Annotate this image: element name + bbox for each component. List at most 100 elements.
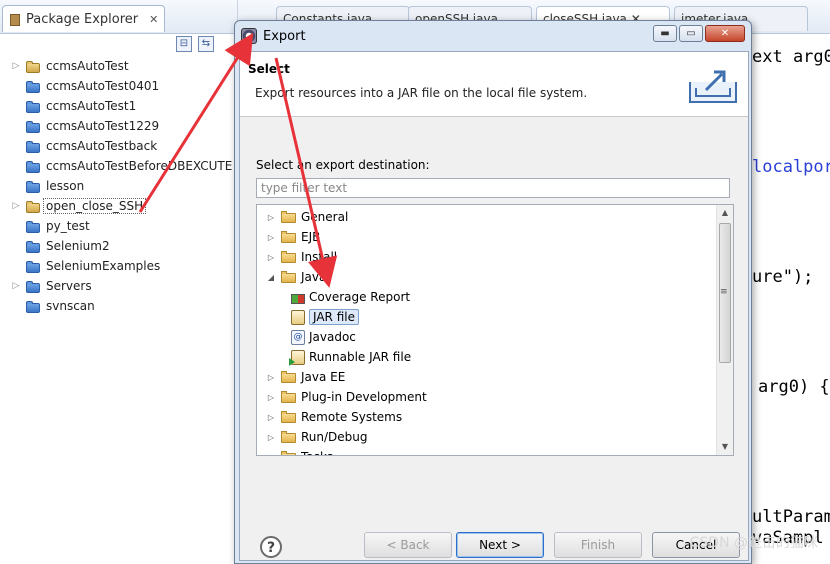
collapse-all-icon[interactable]: ⊟ <box>176 36 192 52</box>
project-selenium2[interactable]: ▷Selenium2 <box>0 236 110 256</box>
tree-item-label: Runnable JAR file <box>309 350 412 364</box>
project-ccmsautotest0401[interactable]: ▷ccmsAutoTest0401 <box>0 76 159 96</box>
expand-twisty-icon[interactable]: ▷ <box>265 253 277 262</box>
tree-item-runnable-jar-file[interactable]: Runnable JAR file <box>287 347 411 367</box>
folder-icon <box>281 451 297 455</box>
export-wizard-icon <box>689 70 737 103</box>
destination-label: Select an export destination: <box>256 158 430 172</box>
expand-twisty-icon[interactable]: ▷ <box>265 393 277 402</box>
jar-file-icon <box>291 309 305 325</box>
next-button[interactable]: Next > <box>456 532 544 558</box>
folder-icon <box>281 271 297 283</box>
close-window-button[interactable]: ✕ <box>705 25 745 42</box>
export-destination-tree: ▷ General ▷ EJB ▷ Install ◢ Java Coverage Report… <box>256 204 734 456</box>
coverage-report-icon <box>291 294 305 304</box>
dialog-title: Export <box>263 28 306 44</box>
tree-item-plug-in-development[interactable]: ▷ Plug-in Development <box>265 387 427 407</box>
project-ccmsautotestback[interactable]: ▷ccmsAutoTestback <box>0 136 157 156</box>
project-label: ccmsAutoTestback <box>46 139 158 153</box>
package-explorer-icon <box>9 13 21 26</box>
tree-item-ejb[interactable]: ▷ EJB <box>265 227 320 247</box>
project-folder-icon <box>25 60 41 73</box>
project-seleniumexamples[interactable]: ▷SeleniumExamples <box>0 256 160 276</box>
vertical-scrollbar[interactable]: ▲ ≡ ▼ <box>716 205 733 455</box>
filter-input[interactable] <box>256 178 730 198</box>
tree-item-label: EJB <box>301 230 321 244</box>
project-label: ccmsAutoTestBeforeDBEXCUTE <box>46 159 233 173</box>
expand-twisty-icon[interactable]: ▷ <box>265 453 277 456</box>
tree-item-install[interactable]: ▷ Install <box>265 247 337 267</box>
close-icon[interactable]: ✕ <box>149 13 158 26</box>
tree-item-label: Java EE <box>301 370 346 384</box>
banner-message: Export resources into a JAR file on the … <box>255 86 588 100</box>
minimize-button[interactable]: ▬ <box>653 25 677 42</box>
tree-item-remote-systems[interactable]: ▷ Remote Systems <box>265 407 402 427</box>
expand-twisty-icon[interactable]: ▷ <box>265 413 277 422</box>
project-svnscan[interactable]: ▷svnscan <box>0 296 95 316</box>
project-label: open_close_SSH <box>43 198 147 214</box>
expand-twisty-icon[interactable]: ▷ <box>265 213 277 222</box>
project-label: lesson <box>46 179 85 193</box>
code-fragment: localpor <box>752 157 830 177</box>
project-folder-icon <box>25 120 41 133</box>
project-servers[interactable]: ▷ Servers <box>0 276 92 296</box>
expand-twisty-icon[interactable]: ▷ <box>265 233 277 242</box>
scroll-grip-icon: ≡ <box>720 287 728 297</box>
tree-item-jar-file[interactable]: JAR file <box>287 307 359 327</box>
project-lesson[interactable]: ▷lesson <box>0 176 84 196</box>
export-dialog: Export ▬ ▭ ✕ Select Export resources int… <box>234 20 752 564</box>
code-fragment: arg0) { <box>758 377 830 397</box>
tree-item-coverage-report[interactable]: Coverage Report <box>287 287 410 307</box>
project-ccmsautotest[interactable]: ▷ ccmsAutoTest <box>0 56 129 76</box>
explorer-toolbar: ⊟ ⇆ <box>176 36 214 52</box>
project-folder-icon <box>25 280 41 293</box>
wizard-banner: Select Export resources into a JAR file … <box>240 52 748 117</box>
tree-item-label: JAR file <box>309 309 359 325</box>
project-label: ccmsAutoTest1 <box>46 99 137 113</box>
expand-twisty-icon[interactable]: ▷ <box>11 201 21 211</box>
help-button[interactable]: ? <box>260 536 282 558</box>
expand-twisty-icon[interactable]: ▷ <box>11 61 21 71</box>
window-controls: ▬ ▭ ✕ <box>653 25 745 42</box>
scroll-down-icon[interactable]: ▼ <box>717 439 733 455</box>
link-with-editor-icon[interactable]: ⇆ <box>198 36 214 52</box>
project-folder-icon <box>25 80 41 93</box>
expand-twisty-icon[interactable]: ▷ <box>265 433 277 442</box>
code-fragment: ext arg0 <box>752 47 830 67</box>
explorer-tab-bar: Package Explorer ✕ <box>0 0 237 34</box>
project-folder-icon <box>25 200 41 213</box>
tree-item-tasks[interactable]: ▷ Tasks <box>265 447 333 456</box>
tree-item-label: Run/Debug <box>301 430 368 444</box>
banner-title: Select <box>248 62 290 76</box>
project-folder-icon <box>25 260 41 273</box>
project-open-close-ssh[interactable]: ▷ open_close_SSH <box>0 196 147 216</box>
tree-item-java-ee[interactable]: ▷ Java EE <box>265 367 345 387</box>
collapse-twisty-icon[interactable]: ◢ <box>265 273 277 282</box>
project-ccmsautotest1229[interactable]: ▷ccmsAutoTest1229 <box>0 116 159 136</box>
project-ccmsautotest1[interactable]: ▷ccmsAutoTest1 <box>0 96 136 116</box>
project-py-test[interactable]: ▷py_test <box>0 216 90 236</box>
project-ccmsautotestbeforedbexcute[interactable]: ▷ccmsAutoTestBeforeDBEXCUTE <box>0 156 232 176</box>
back-button[interactable]: < Back <box>364 532 452 558</box>
tree-item-label: Tasks <box>301 450 333 455</box>
project-folder-icon <box>25 300 41 313</box>
tree-item-label: Remote Systems <box>301 410 403 424</box>
package-explorer-tab[interactable]: Package Explorer ✕ <box>2 5 166 32</box>
folder-icon <box>281 211 297 223</box>
finish-button[interactable]: Finish <box>554 532 642 558</box>
tree-item-general[interactable]: ▷ General <box>265 207 348 227</box>
tree-item-run-debug[interactable]: ▷ Run/Debug <box>265 427 368 447</box>
maximize-button[interactable]: ▭ <box>679 25 703 42</box>
tree-item-java[interactable]: ◢ Java <box>265 267 326 287</box>
project-folder-icon <box>25 220 41 233</box>
folder-icon <box>281 411 297 423</box>
scroll-up-icon[interactable]: ▲ <box>717 205 733 221</box>
code-fragment: ure"); <box>752 267 814 287</box>
folder-icon <box>281 391 297 403</box>
expand-twisty-icon[interactable]: ▷ <box>265 373 277 382</box>
tree-item-label: Java <box>301 270 327 284</box>
dialog-body: Select Export resources into a JAR file … <box>239 51 749 561</box>
tree-item-javadoc[interactable]: @ Javadoc <box>287 327 356 347</box>
expand-twisty-icon[interactable]: ▷ <box>11 281 21 291</box>
folder-icon <box>281 371 297 383</box>
